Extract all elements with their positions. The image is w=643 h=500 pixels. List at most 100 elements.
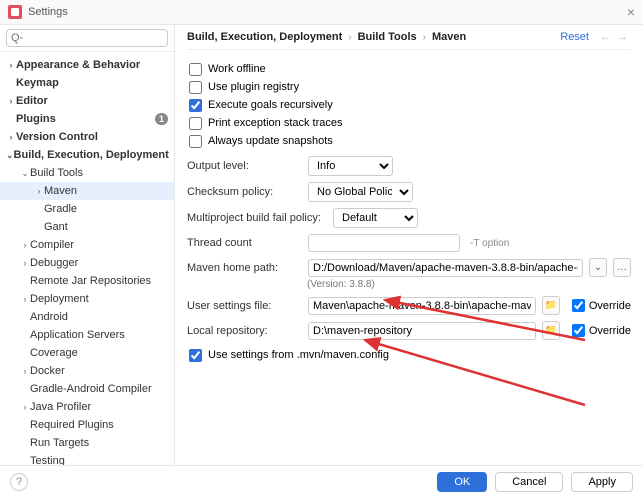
- update-snap-check[interactable]: [189, 135, 202, 148]
- user-settings-override-check[interactable]: [572, 299, 585, 312]
- crumb-1[interactable]: Build, Execution, Deployment: [187, 31, 342, 43]
- tree-item[interactable]: Gradle-Android Compiler: [0, 380, 174, 398]
- home-browse-button[interactable]: …: [613, 258, 631, 277]
- expand-icon: [6, 78, 16, 88]
- tree-item[interactable]: Application Servers: [0, 326, 174, 344]
- local-repo-override-label: Override: [589, 325, 631, 337]
- user-settings-override-label: Override: [589, 300, 631, 312]
- user-settings-label: User settings file:: [187, 300, 302, 312]
- tree-item[interactable]: ›Compiler: [0, 236, 174, 254]
- tree-item-label: Required Plugins: [30, 419, 114, 431]
- expand-icon[interactable]: ›: [20, 294, 30, 304]
- close-icon[interactable]: ×: [627, 4, 635, 20]
- tree-item[interactable]: ⌄Build Tools: [0, 164, 174, 182]
- apply-button[interactable]: Apply: [571, 472, 633, 492]
- tree-item[interactable]: Keymap: [0, 74, 174, 92]
- multiproject-select[interactable]: Default: [333, 208, 418, 228]
- tree-item[interactable]: ›Docker: [0, 362, 174, 380]
- tree-item[interactable]: Run Targets: [0, 434, 174, 452]
- expand-icon: [20, 438, 30, 448]
- tree-item-label: Gant: [44, 221, 68, 233]
- tree-item-label: Plugins: [16, 113, 56, 125]
- tree-item[interactable]: ›Editor: [0, 92, 174, 110]
- tree-item[interactable]: ›Java Profiler: [0, 398, 174, 416]
- use-config-label: Use settings from .mvn/maven.config: [208, 349, 389, 361]
- thread-label: Thread count: [187, 237, 302, 249]
- expand-icon[interactable]: ›: [6, 132, 16, 142]
- expand-icon[interactable]: ›: [6, 60, 16, 70]
- plugin-registry-check[interactable]: [189, 81, 202, 94]
- user-settings-browse-button[interactable]: 📁: [542, 296, 560, 315]
- exec-goals-check[interactable]: [189, 99, 202, 112]
- expand-icon[interactable]: ›: [6, 96, 16, 106]
- breadcrumb: Build, Execution, Deployment › Build Too…: [187, 31, 631, 50]
- expand-icon[interactable]: ›: [20, 258, 30, 268]
- ok-button[interactable]: OK: [437, 472, 487, 492]
- output-level-select[interactable]: Info: [308, 156, 393, 176]
- work-offline-check[interactable]: [189, 63, 202, 76]
- user-settings-input[interactable]: [308, 297, 536, 315]
- tree-item[interactable]: ⌄Build, Execution, Deployment: [0, 146, 174, 164]
- tree-item[interactable]: Android: [0, 308, 174, 326]
- thread-hint: -T option: [470, 238, 509, 249]
- tree-item[interactable]: ›Appearance & Behavior: [0, 56, 174, 74]
- tree-item[interactable]: ›Version Control: [0, 128, 174, 146]
- cancel-button[interactable]: Cancel: [495, 472, 563, 492]
- expand-icon: [20, 384, 30, 394]
- expand-icon: [20, 330, 30, 340]
- local-repo-input[interactable]: [308, 322, 536, 340]
- work-offline-label: Work offline: [208, 63, 266, 75]
- tree-item-label: Compiler: [30, 239, 74, 251]
- crumb-2[interactable]: Build Tools: [358, 31, 417, 43]
- version-label: (Version: 3.8.8): [307, 279, 631, 290]
- local-repo-browse-button[interactable]: 📁: [542, 321, 560, 340]
- tree-item-label: Appearance & Behavior: [16, 59, 140, 71]
- expand-icon[interactable]: ⌄: [20, 168, 30, 178]
- tree-item[interactable]: Remote Jar Repositories: [0, 272, 174, 290]
- home-label: Maven home path:: [187, 262, 302, 274]
- checksum-select[interactable]: No Global Policy: [308, 182, 413, 202]
- tree-item-label: Keymap: [16, 77, 59, 89]
- tree-item[interactable]: Required Plugins: [0, 416, 174, 434]
- expand-icon: [6, 114, 16, 124]
- tree-item-label: Remote Jar Repositories: [30, 275, 151, 287]
- tree-item[interactable]: ›Deployment: [0, 290, 174, 308]
- expand-icon[interactable]: ›: [20, 240, 30, 250]
- crumb-3[interactable]: Maven: [432, 31, 466, 43]
- tree-item-label: Build Tools: [30, 167, 83, 179]
- expand-icon[interactable]: ›: [20, 402, 30, 412]
- back-icon[interactable]: ←: [600, 31, 611, 43]
- settings-tree: ›Appearance & BehaviorKeymap›EditorPlugi…: [0, 52, 174, 465]
- forward-icon[interactable]: →: [617, 31, 628, 43]
- reset-link[interactable]: Reset: [560, 31, 589, 43]
- expand-icon: [20, 456, 30, 465]
- tree-item[interactable]: Plugins1: [0, 110, 174, 128]
- tree-item-label: Editor: [16, 95, 48, 107]
- tree-item[interactable]: ›Maven: [0, 182, 174, 200]
- tree-item[interactable]: Gradle: [0, 200, 174, 218]
- tree-item[interactable]: ›Debugger: [0, 254, 174, 272]
- print-stack-check[interactable]: [189, 117, 202, 130]
- search-input[interactable]: [6, 29, 168, 47]
- tree-item-label: Maven: [44, 185, 77, 197]
- tree-item[interactable]: Coverage: [0, 344, 174, 362]
- titlebar: Settings ×: [0, 0, 643, 25]
- checksum-label: Checksum policy:: [187, 186, 302, 198]
- tree-item-label: Debugger: [30, 257, 78, 269]
- tree-item[interactable]: Gant: [0, 218, 174, 236]
- expand-icon[interactable]: ⌄: [6, 150, 14, 160]
- sidebar: ›Appearance & BehaviorKeymap›EditorPlugi…: [0, 25, 175, 465]
- home-input[interactable]: [308, 259, 583, 277]
- local-repo-override-check[interactable]: [572, 324, 585, 337]
- window-title: Settings: [28, 6, 68, 18]
- tree-item[interactable]: Testing: [0, 452, 174, 465]
- expand-icon[interactable]: ›: [34, 186, 44, 196]
- thread-input[interactable]: [308, 234, 460, 252]
- use-config-check[interactable]: [189, 349, 202, 362]
- output-level-label: Output level:: [187, 160, 302, 172]
- home-dropdown-icon[interactable]: ⌄: [589, 258, 607, 277]
- help-button[interactable]: ?: [10, 473, 28, 491]
- content-panel: Build, Execution, Deployment › Build Too…: [175, 25, 643, 465]
- expand-icon[interactable]: ›: [20, 366, 30, 376]
- tree-item-label: Build, Execution, Deployment: [14, 149, 169, 161]
